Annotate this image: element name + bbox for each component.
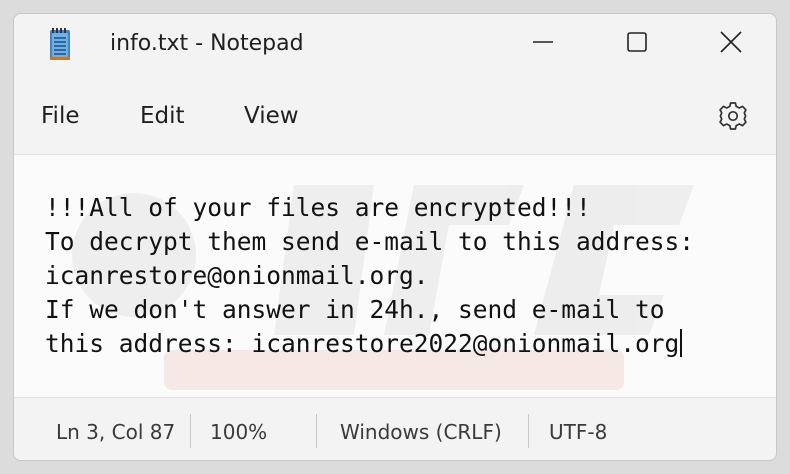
maximize-button[interactable]: [591, 14, 683, 70]
close-button[interactable]: [685, 14, 776, 70]
status-bar: Ln 3, Col 87 100% Windows (CRLF) UTF-8: [14, 398, 776, 460]
menu-file[interactable]: File: [41, 103, 80, 129]
text-editor[interactable]: !!!All of your files are encrypted!!! To…: [14, 154, 776, 398]
notepad-icon: [50, 28, 70, 60]
title-bar[interactable]: info.txt - Notepad: [14, 14, 776, 74]
editor-line-last: this address: icanrestore2022@onionmail.…: [45, 329, 682, 358]
menu-view[interactable]: View: [244, 103, 299, 129]
editor-line-text: this address: icanrestore2022@onionmail.…: [45, 329, 680, 358]
status-divider: [528, 414, 529, 448]
status-encoding[interactable]: UTF-8: [549, 420, 607, 444]
settings-button[interactable]: [716, 99, 750, 133]
menu-bar: File Edit View: [14, 86, 776, 146]
status-divider: [190, 414, 191, 448]
status-divider: [316, 414, 317, 448]
gear-icon: [719, 102, 747, 130]
minimize-icon: [533, 41, 553, 43]
status-line-ending[interactable]: Windows (CRLF): [340, 420, 502, 444]
editor-line: To decrypt them send e-mail to this addr…: [45, 227, 695, 256]
minimize-button[interactable]: [497, 14, 589, 70]
editor-line: If we don't answer in 24h., send e-mail …: [45, 295, 665, 324]
close-icon: [720, 31, 742, 53]
window-title: info.txt - Notepad: [110, 31, 304, 56]
status-zoom[interactable]: 100%: [210, 420, 267, 444]
editor-line: !!!All of your files are encrypted!!!: [45, 193, 591, 222]
menu-edit[interactable]: Edit: [140, 103, 185, 129]
status-cursor-position: Ln 3, Col 87: [56, 420, 176, 444]
maximize-icon: [627, 32, 647, 52]
editor-line: icanrestore@onionmail.org.: [45, 261, 429, 290]
notepad-window: info.txt - Notepad File Edit View !!!All…: [13, 13, 777, 461]
text-caret: [680, 329, 682, 357]
